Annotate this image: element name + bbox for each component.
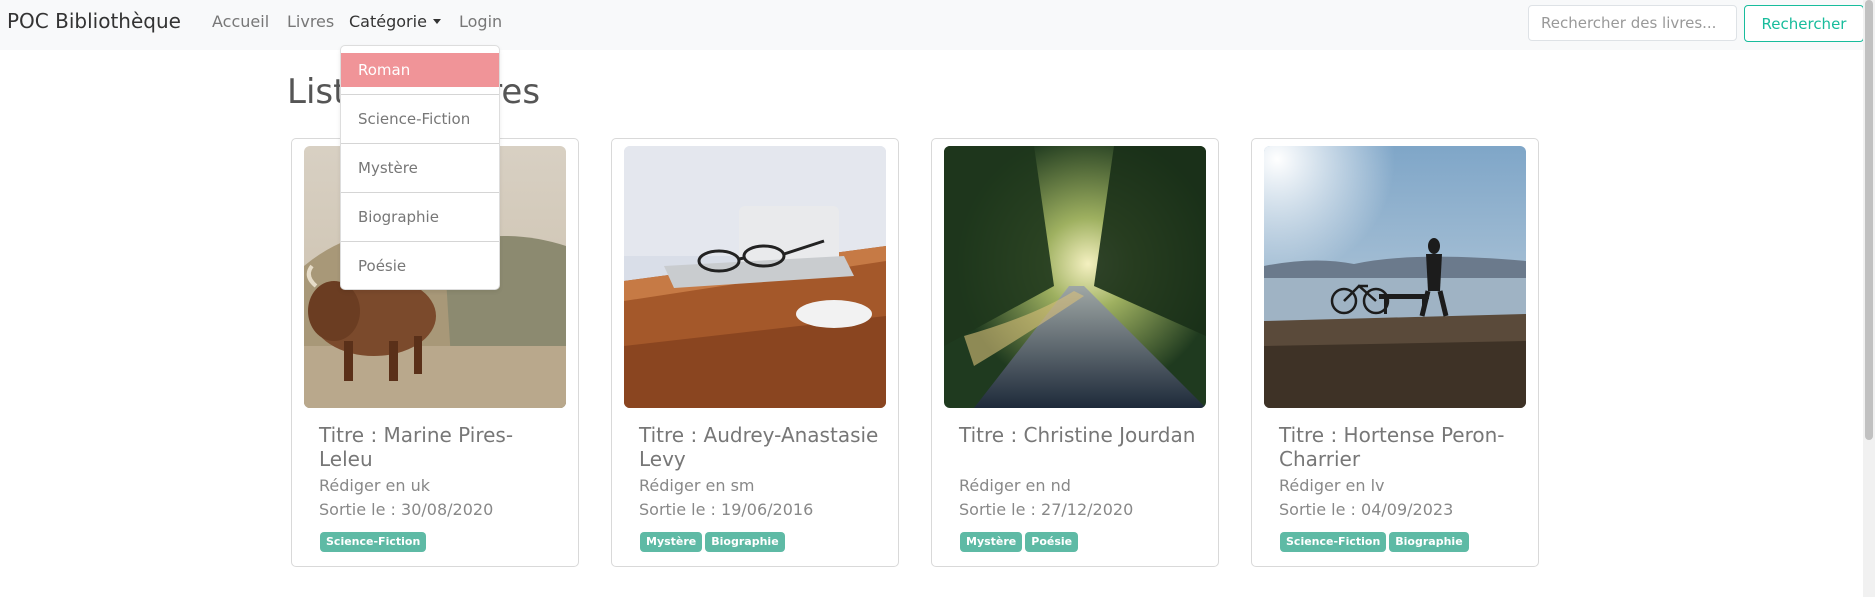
book-cover-image: [944, 146, 1206, 408]
tag-badge: Biographie: [705, 532, 785, 552]
book-language: Rédiger en uk: [319, 476, 430, 495]
book-card[interactable]: Titre : Hortense Peron-Charrier Rédiger …: [1251, 138, 1539, 567]
book-tags: Science-Fiction Biographie: [1280, 530, 1472, 552]
dropdown-divider: [341, 94, 499, 95]
tag-badge: Science-Fiction: [1280, 532, 1387, 552]
waterfront-bicycle-photo: [1264, 146, 1526, 408]
book-title[interactable]: Titre : Audrey-Anastasie Levy: [639, 423, 879, 471]
book-language: Rédiger en nd: [959, 476, 1071, 495]
book-release-date: Sortie le : 04/09/2023: [1279, 500, 1454, 519]
nav-dropdown-category-label: Catégorie: [349, 12, 427, 31]
book-release-date: Sortie le : 27/12/2020: [959, 500, 1134, 519]
tag-badge: Mystère: [640, 532, 703, 552]
dropdown-item-mystere[interactable]: Mystère: [341, 151, 499, 185]
brand[interactable]: POC Bibliothèque: [7, 9, 181, 33]
scrollbar-thumb[interactable]: [1865, 0, 1873, 440]
caret-down-icon: [432, 19, 441, 24]
book-release-date: Sortie le : 30/08/2020: [319, 500, 494, 519]
book-tags: Mystère Biographie: [640, 530, 788, 552]
book-cover-image: [624, 146, 886, 408]
book-tags: Mystère Poésie: [960, 530, 1081, 552]
nav-dropdown-category[interactable]: Catégorie: [349, 12, 441, 31]
navbar: POC Bibliothèque Accueil Livres Catégori…: [0, 0, 1875, 50]
dropdown-divider: [341, 192, 499, 193]
search-button[interactable]: Rechercher: [1744, 5, 1864, 42]
book-language: Rédiger en lv: [1279, 476, 1385, 495]
nav-link-home[interactable]: Accueil: [212, 12, 269, 31]
dropdown-item-biographie[interactable]: Biographie: [341, 200, 499, 234]
forest-road-photo: [944, 146, 1206, 408]
desk-laptop-photo: [624, 146, 886, 408]
dropdown-item-poesie[interactable]: Poésie: [341, 249, 499, 283]
dropdown-divider: [341, 143, 499, 144]
book-language: Rédiger en sm: [639, 476, 755, 495]
search-input[interactable]: [1528, 5, 1737, 41]
book-card[interactable]: Titre : Christine Jourdan Rédiger en nd …: [931, 138, 1219, 567]
book-card[interactable]: Titre : Audrey-Anastasie Levy Rédiger en…: [611, 138, 899, 567]
book-cover-image: [1264, 146, 1526, 408]
book-title[interactable]: Titre : Hortense Peron-Charrier: [1279, 423, 1519, 471]
category-dropdown-menu: Roman Science-Fiction Mystère Biographie…: [340, 45, 500, 290]
nav-link-books[interactable]: Livres: [287, 12, 334, 31]
dropdown-divider: [341, 241, 499, 242]
tag-badge: Mystère: [960, 532, 1023, 552]
tag-badge: Biographie: [1389, 532, 1469, 552]
dropdown-item-roman[interactable]: Roman: [341, 53, 499, 87]
book-tags: Science-Fiction: [320, 530, 429, 552]
tag-badge: Science-Fiction: [320, 532, 427, 552]
tag-badge: Poésie: [1025, 532, 1079, 552]
book-title[interactable]: Titre : Christine Jourdan: [959, 423, 1199, 447]
dropdown-item-science-fiction[interactable]: Science-Fiction: [341, 102, 499, 136]
book-title[interactable]: Titre : Marine Pires-Leleu: [319, 423, 559, 471]
book-release-date: Sortie le : 19/06/2016: [639, 500, 814, 519]
nav-link-login[interactable]: Login: [459, 12, 502, 31]
